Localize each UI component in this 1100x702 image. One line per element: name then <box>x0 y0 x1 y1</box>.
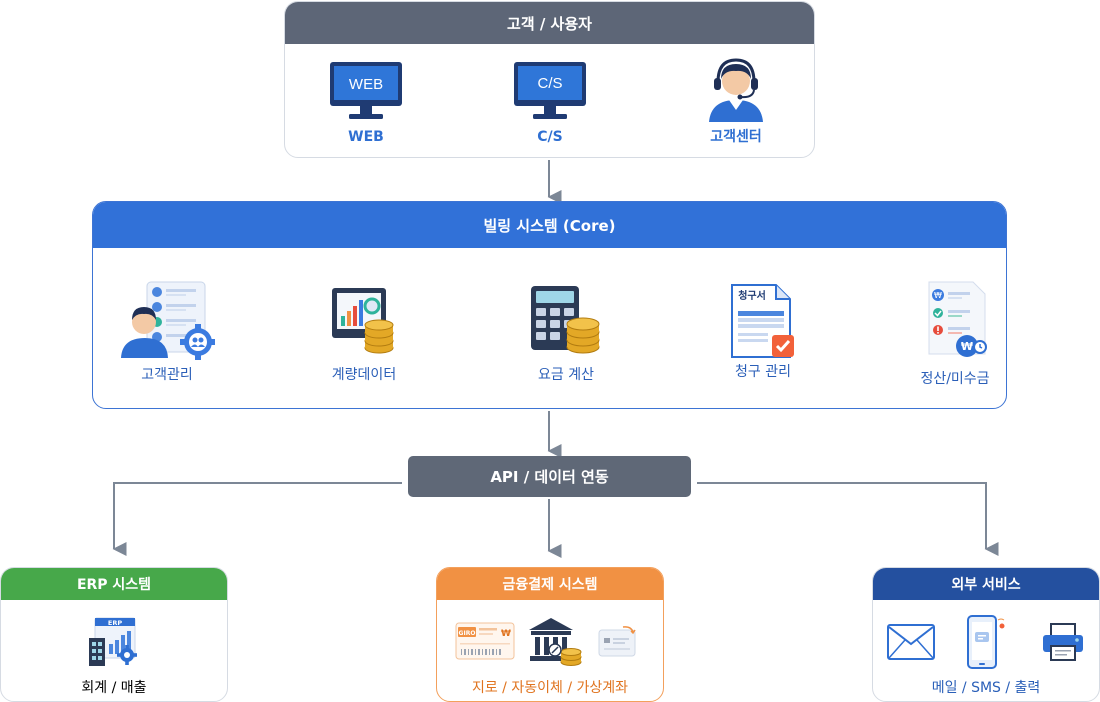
cs-client-item: C/S C/S <box>513 61 587 145</box>
headset-agent-icon <box>709 58 763 122</box>
arrow-api-to-external <box>697 482 999 556</box>
api-integration-box: API / 데이터 연동 <box>408 456 691 497</box>
erp-panel-title: ERP 시스템 <box>1 568 227 600</box>
rate-calculation-item: 요금 계산 <box>529 284 603 384</box>
erp-building-icon: ERP <box>89 617 137 666</box>
call-center-label: 고객센터 <box>710 129 762 145</box>
payment-footer-label: 지로 / 자동이체 / 가상계좌 <box>471 680 629 696</box>
api-label: API / 데이터 연동 <box>490 468 609 486</box>
customer-management-item: 고객관리 <box>119 280 215 384</box>
smartphone-icon <box>967 615 1005 669</box>
calculator-icon <box>531 286 600 354</box>
virtual-account-icon <box>598 626 636 657</box>
external-panel-title: 외부 서비스 <box>873 568 1099 600</box>
giro-bill-icon: GIRO ₩ <box>455 622 515 660</box>
payment-system-panel: 금융결제 시스템 GIRO ₩ 지로 / 자동이체 / 가상계좌 <box>436 567 664 702</box>
arrow-api-to-erp <box>112 482 402 556</box>
svg-text:₩: ₩ <box>961 340 973 353</box>
web-client-item: WEB WEB <box>329 61 403 145</box>
customer-management-icon <box>121 281 215 360</box>
erp-icon-item: ERP <box>87 616 141 668</box>
invoice-doc-title: 청구서 <box>738 289 766 302</box>
erp-footer-label: 회계 / 매출 <box>81 680 147 696</box>
monitor-icon: C/S <box>514 62 586 119</box>
metering-data-icon <box>332 288 394 354</box>
printer-icon <box>1043 623 1083 661</box>
monitor-icon: WEB <box>330 62 402 119</box>
settlement-label: 정산/미수금 <box>920 371 990 387</box>
billing-panel-title: 빌링 시스템 (Core) <box>93 202 1006 248</box>
web-screen-text: WEB <box>349 76 383 93</box>
erp-badge: ERP <box>108 619 122 627</box>
settlement-icon: ₩ ₩ <box>928 281 987 357</box>
customer-management-label: 고객관리 <box>141 367 193 383</box>
call-center-item: 고객센터 <box>705 54 767 146</box>
external-footer-label: 메일 / SMS / 출력 <box>931 680 1041 696</box>
svg-text:₩: ₩ <box>934 291 942 300</box>
payment-panel-title: 금융결제 시스템 <box>437 568 663 600</box>
rate-calculation-label: 요금 계산 <box>538 367 594 383</box>
billing-core-panel: 빌링 시스템 (Core) 고객관리 계량데이터 요금 계산 청구서 청구 관리… <box>92 201 1007 409</box>
users-panel: 고객 / 사용자 WEB WEB C/S C/S 고객센터 <box>284 1 815 158</box>
erp-system-panel: ERP 시스템 ERP 회계 / 매출 <box>0 567 228 702</box>
mail-icon <box>887 624 935 660</box>
metering-data-label: 계량데이터 <box>331 367 397 383</box>
invoice-icon: 청구서 <box>731 284 794 358</box>
web-label: WEB <box>348 129 384 145</box>
giro-badge: GIRO <box>459 630 476 637</box>
metering-data-item: 계량데이터 <box>328 286 400 384</box>
external-services-panel: 외부 서비스 메일 / SMS / 출력 <box>872 567 1100 702</box>
svg-text:₩: ₩ <box>501 629 511 639</box>
billing-management-label: 청구 관리 <box>735 364 791 380</box>
bank-icon <box>529 618 582 666</box>
cs-label: C/S <box>537 129 563 145</box>
billing-management-item: 청구서 청구 관리 <box>730 283 796 381</box>
users-panel-title: 고객 / 사용자 <box>285 2 814 44</box>
cs-screen-text: C/S <box>537 75 562 92</box>
settlement-item: ₩ ₩ 정산/미수금 <box>919 280 991 388</box>
